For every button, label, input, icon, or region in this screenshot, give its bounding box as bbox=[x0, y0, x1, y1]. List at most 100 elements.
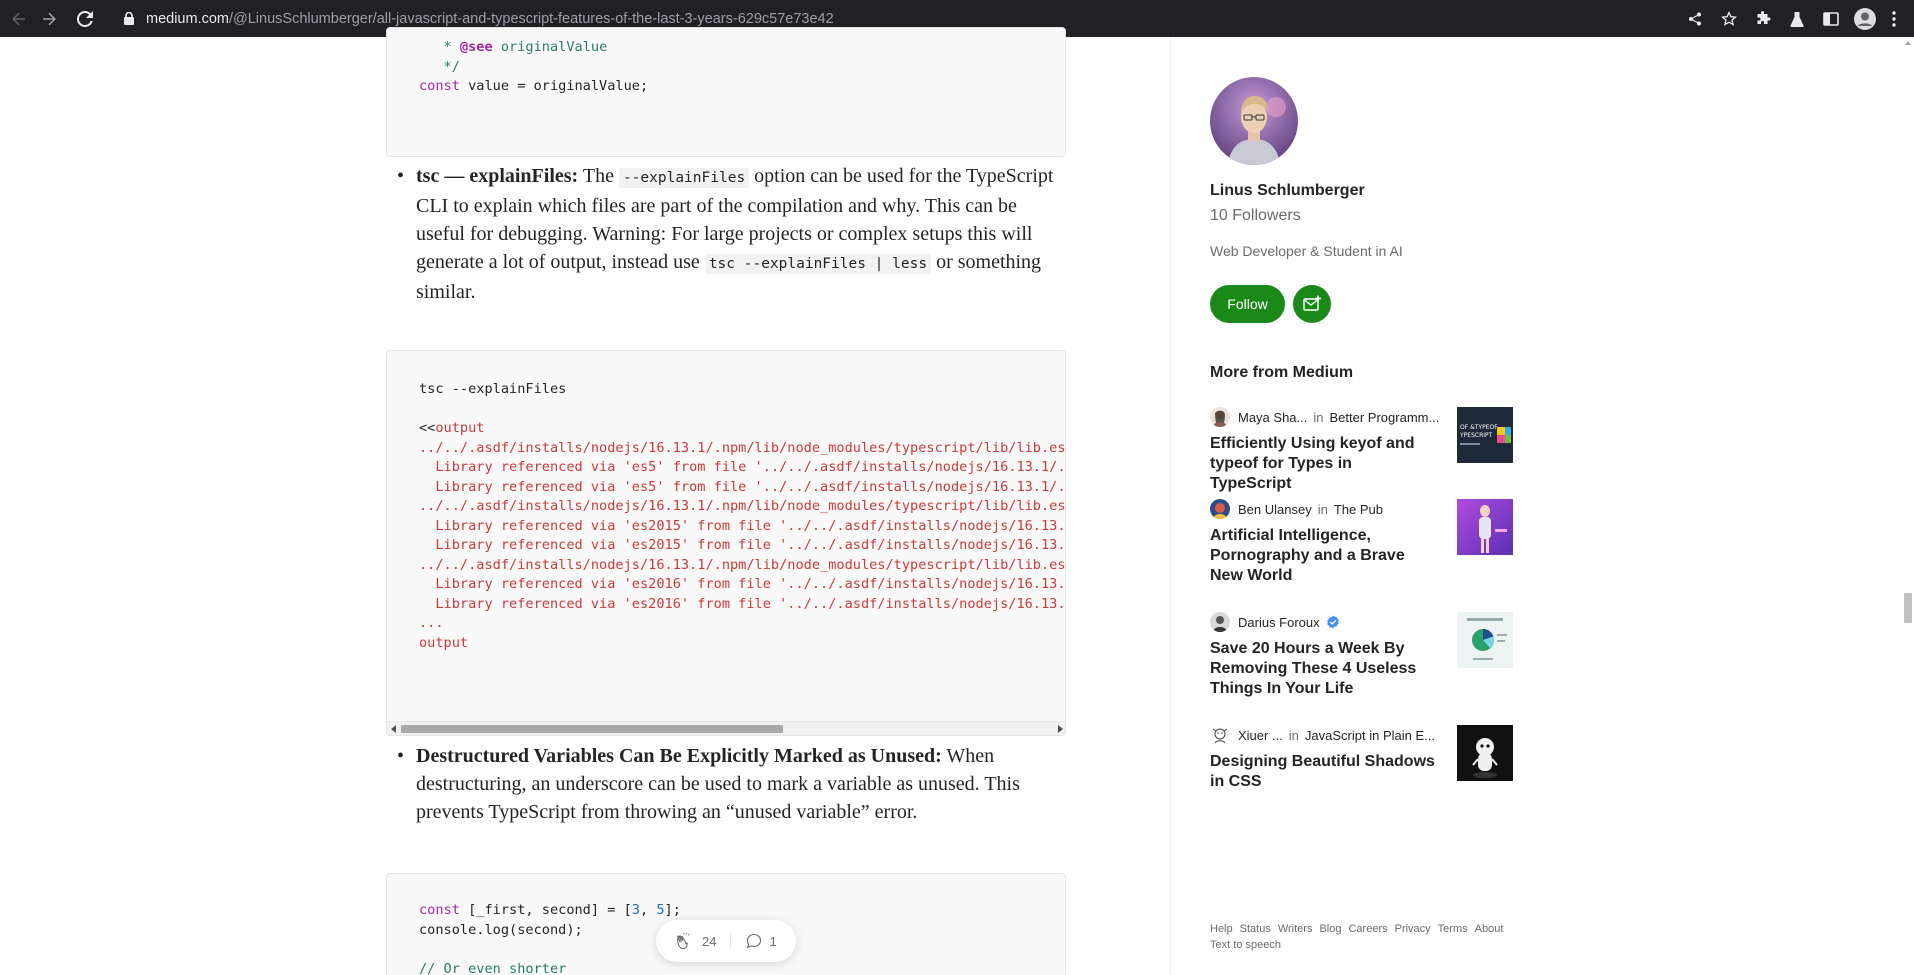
footer-link-help[interactable]: Help bbox=[1210, 923, 1233, 935]
code-token: ../../.asdf/installs/nodejs/16.13.1/.npm… bbox=[419, 439, 1066, 456]
code-horizontal-scrollbar[interactable] bbox=[387, 721, 1065, 735]
page-vertical-scrollbar[interactable] bbox=[1902, 37, 1914, 975]
code-token: ... bbox=[419, 615, 444, 631]
rec-byline: Darius Foroux bbox=[1210, 612, 1340, 632]
code-token: Library referenced via 'es2016' from fil… bbox=[435, 595, 1066, 612]
code-token: ../../.asdf/installs/nodejs/16.13.1/.npm… bbox=[419, 556, 1066, 573]
ai-figure-thumbnail[interactable] bbox=[1457, 499, 1513, 555]
footer-link-writers[interactable]: Writers bbox=[1278, 923, 1313, 935]
scroll-right-arrow-icon[interactable] bbox=[1058, 725, 1063, 733]
code-token: console.log(second); bbox=[419, 921, 583, 938]
code-token: << bbox=[419, 420, 436, 436]
footer-link-terms[interactable]: Terms bbox=[1438, 923, 1468, 935]
code-token: Library referenced via 'es2015' from fil… bbox=[435, 537, 1066, 553]
code-token: ]; bbox=[664, 902, 681, 918]
rec-author-avatar[interactable] bbox=[1210, 407, 1230, 427]
clap-icon[interactable] bbox=[676, 932, 694, 950]
author-name[interactable]: Linus Schlumberger bbox=[1210, 182, 1365, 200]
verified-badge-icon bbox=[1326, 615, 1340, 629]
rec-author-avatar[interactable] bbox=[1210, 499, 1230, 519]
bullet-explain-files: tsc — explainFiles: The --explainFiles o… bbox=[397, 162, 1066, 306]
rec-author-name[interactable]: Ben Ulansey bbox=[1238, 502, 1312, 517]
rec-in-label: in bbox=[1313, 409, 1324, 425]
inline-code: tsc --explainFiles | less bbox=[704, 254, 932, 274]
rec-in-label: in bbox=[1317, 501, 1328, 517]
rec-author-name[interactable]: Xiuer ... bbox=[1238, 728, 1283, 743]
rec-author-avatar[interactable] bbox=[1210, 612, 1230, 632]
divider bbox=[730, 933, 732, 949]
code-block-explainfiles-output[interactable]: tsc --explainFiles << output ../../.asdf/… bbox=[386, 350, 1066, 736]
footer-link-privacy[interactable]: Privacy bbox=[1395, 923, 1431, 935]
inline-code: --explainFiles bbox=[618, 168, 750, 188]
footer-link-about[interactable]: About bbox=[1475, 923, 1504, 935]
footer-link-careers[interactable]: Careers bbox=[1348, 923, 1387, 935]
bullet-text: The bbox=[578, 165, 619, 187]
forward-icon[interactable] bbox=[34, 4, 64, 34]
code-token: Library referenced via 'es5' from file '… bbox=[435, 459, 1066, 475]
response-bubble-icon[interactable] bbox=[745, 932, 763, 950]
footer-link-text-to-speech[interactable]: Text to speech bbox=[1210, 939, 1281, 951]
follow-button[interactable]: Follow bbox=[1210, 285, 1285, 323]
bookmark-star-icon[interactable] bbox=[1716, 6, 1742, 32]
rec-title[interactable]: Save 20 Hours a Week By Removing These 4… bbox=[1210, 639, 1435, 699]
rec-publication[interactable]: Better Programm... bbox=[1330, 410, 1440, 425]
rec-author-name[interactable]: Darius Foroux bbox=[1238, 615, 1320, 630]
rec-publication[interactable]: The Pub bbox=[1334, 502, 1383, 517]
extensions-puzzle-icon[interactable] bbox=[1750, 6, 1776, 32]
rec-author-avatar[interactable] bbox=[1210, 725, 1230, 745]
more-from-medium-heading: More from Medium bbox=[1210, 364, 1354, 381]
floating-action-bar: 24 1 bbox=[656, 920, 796, 962]
code-token: Library referenced via 'es2016' from fil… bbox=[435, 576, 1066, 592]
page-scroll-thumb[interactable] bbox=[1904, 593, 1912, 623]
author-bio: Web Developer & Student in AI bbox=[1210, 243, 1403, 259]
code-token: tsc --explainFiles bbox=[419, 381, 567, 397]
code-token: [_first, second] = [ bbox=[459, 902, 632, 918]
scroll-up-arrow-icon[interactable] bbox=[1905, 41, 1911, 45]
lock-icon[interactable] bbox=[122, 12, 136, 26]
rec-title[interactable]: Designing Beautiful Shadows in CSS bbox=[1210, 752, 1435, 792]
code-token: 5 bbox=[656, 902, 665, 918]
footer-link-status[interactable]: Status bbox=[1240, 923, 1271, 935]
svg-text:OF &TYPEOF: OF &TYPEOF bbox=[1460, 424, 1498, 431]
reload-icon[interactable] bbox=[70, 4, 100, 34]
author-avatar[interactable] bbox=[1210, 77, 1298, 165]
code-token: ../../.asdf/installs/nodejs/16.13.1/.npm… bbox=[419, 498, 1066, 514]
code-token: Library referenced via 'es5' from file '… bbox=[435, 478, 1066, 495]
footer-link-blog[interactable]: Blog bbox=[1319, 923, 1341, 935]
code-token: 3 bbox=[631, 902, 640, 918]
address-bar[interactable]: medium.com/@LinusSchlumberger/all-javasc… bbox=[146, 11, 834, 27]
scroll-left-arrow-icon[interactable] bbox=[391, 725, 396, 733]
rec-publication[interactable]: JavaScript in Plain E... bbox=[1305, 728, 1435, 743]
code-token: @see bbox=[459, 39, 493, 55]
share-icon[interactable] bbox=[1682, 6, 1708, 32]
code-content: tsc --explainFiles << output ../../.asdf/… bbox=[419, 380, 1066, 653]
rec-title[interactable]: Efficiently Using keyof and typeof for T… bbox=[1210, 434, 1435, 494]
bullet-title: tsc — explainFiles: bbox=[416, 165, 579, 187]
bullet-destructured-variables: Destructured Variables Can Be Explicitly… bbox=[397, 742, 1066, 826]
code-token: * bbox=[419, 39, 460, 55]
shadow-figure-thumbnail[interactable] bbox=[1457, 725, 1513, 781]
code-token: */ bbox=[419, 58, 460, 75]
code-content: const [_first, second] = [3, 5]; console… bbox=[419, 901, 681, 975]
bullet-title: Destructured Variables Can Be Explicitly… bbox=[416, 745, 942, 767]
rec-author-name[interactable]: Maya Sha... bbox=[1238, 410, 1307, 425]
code-token: // Or even shorter bbox=[419, 960, 567, 975]
rec-byline: Maya Sha... in Better Programm... bbox=[1210, 407, 1439, 427]
code-token: output bbox=[419, 634, 469, 651]
subscribe-email-button[interactable] bbox=[1293, 285, 1331, 323]
keyof-typeof-thumbnail[interactable]: OF &TYPEOF YPESCRIPT bbox=[1457, 407, 1513, 463]
side-panel-icon[interactable] bbox=[1818, 6, 1844, 32]
response-count: 1 bbox=[769, 933, 777, 949]
svg-text:YPESCRIPT: YPESCRIPT bbox=[1459, 432, 1493, 439]
scroll-thumb[interactable] bbox=[401, 725, 783, 733]
back-icon[interactable] bbox=[4, 4, 34, 34]
rec-in-label: in bbox=[1288, 727, 1299, 743]
labs-flask-icon[interactable] bbox=[1784, 6, 1810, 32]
browser-menu-icon[interactable] bbox=[1886, 6, 1902, 32]
pie-chart-thumbnail[interactable] bbox=[1457, 612, 1513, 668]
mail-plus-icon bbox=[1303, 295, 1321, 311]
rec-title[interactable]: Artificial Intelligence, Pornography and… bbox=[1210, 526, 1435, 586]
profile-avatar-icon[interactable] bbox=[1852, 6, 1878, 32]
code-token: const bbox=[419, 902, 460, 918]
followers-count[interactable]: 10 Followers bbox=[1210, 207, 1301, 225]
